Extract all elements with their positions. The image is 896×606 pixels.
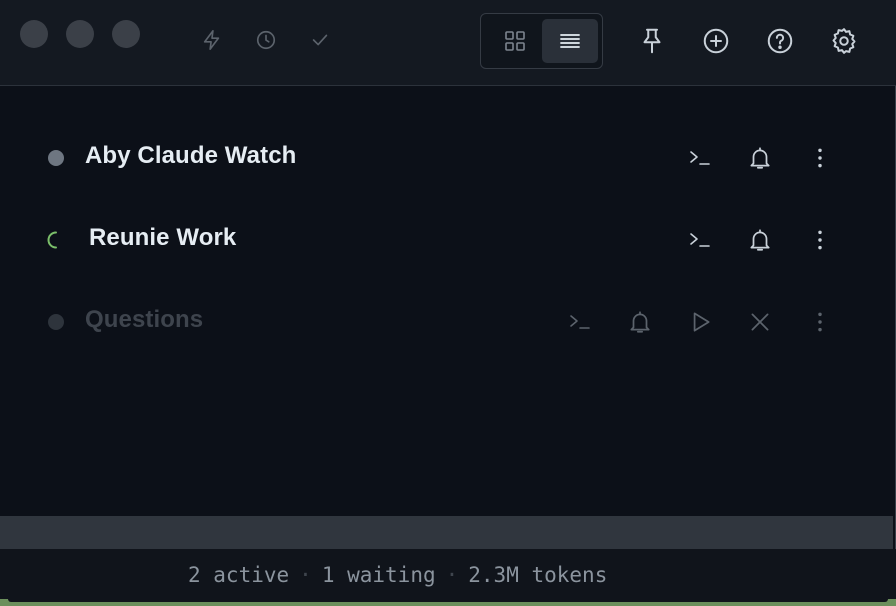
window-close-button[interactable] (20, 20, 48, 48)
add-circle-icon[interactable] (699, 24, 733, 58)
pin-icon[interactable] (635, 24, 669, 58)
lightning-icon[interactable] (199, 27, 225, 53)
status-dot (48, 150, 64, 166)
accent-strip (0, 599, 896, 606)
window-zoom-button[interactable] (112, 20, 140, 48)
more-vertical-icon[interactable] (805, 225, 835, 255)
bell-icon[interactable] (745, 225, 775, 255)
status-dot (48, 314, 64, 330)
waiting-count: 1 waiting (321, 563, 436, 587)
clock-icon[interactable] (253, 27, 279, 53)
app-window: Aby Claude Watch Reunie Work Questions 2… (0, 0, 896, 606)
terminal-icon[interactable] (685, 143, 715, 173)
terminal-icon[interactable] (565, 307, 595, 337)
play-icon[interactable] (685, 307, 715, 337)
title-bar (0, 0, 896, 86)
list-icon (560, 34, 580, 48)
session-title: Aby Claude Watch (85, 142, 297, 169)
settings-gear-icon[interactable] (827, 24, 861, 58)
input-area[interactable] (0, 516, 893, 549)
grid-view-button[interactable] (487, 19, 543, 63)
help-icon[interactable] (763, 24, 797, 58)
check-icon[interactable] (307, 27, 333, 53)
list-view-button[interactable] (542, 19, 598, 63)
close-icon[interactable] (745, 307, 775, 337)
grid-icon (505, 31, 525, 51)
window-minimize-button[interactable] (66, 20, 94, 48)
session-title: Reunie Work (89, 224, 237, 251)
session-row[interactable]: Aby Claude Watch (0, 128, 896, 188)
status-summary: 2 active · 1 waiting · 2.3M tokens (188, 563, 607, 587)
more-vertical-icon[interactable] (805, 307, 835, 337)
more-vertical-icon[interactable] (805, 143, 835, 173)
session-title: Questions (85, 306, 204, 333)
status-bar: 2 active · 1 waiting · 2.3M tokens (0, 549, 896, 606)
loading-spinner-icon (47, 231, 57, 249)
active-count: 2 active (188, 563, 290, 587)
session-row[interactable]: Reunie Work (0, 210, 896, 270)
status-separator: · (445, 563, 459, 587)
bell-icon[interactable] (625, 307, 655, 337)
bell-icon[interactable] (745, 143, 775, 173)
status-separator: · (299, 563, 312, 587)
session-row[interactable]: Questions (0, 292, 896, 352)
terminal-icon[interactable] (685, 225, 715, 255)
view-toggle (480, 13, 603, 69)
token-count: 2.3M tokens (468, 563, 608, 587)
